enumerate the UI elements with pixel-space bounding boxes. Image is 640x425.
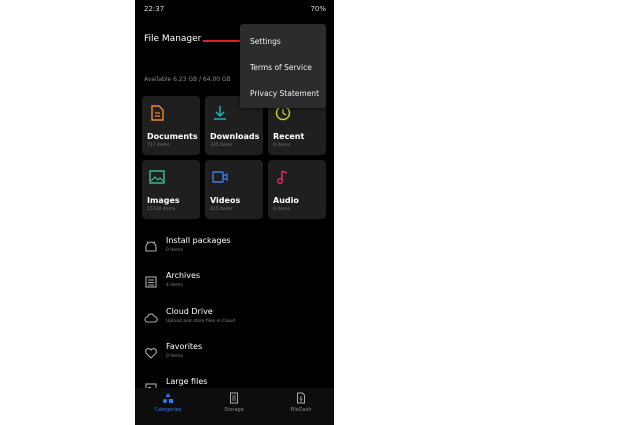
- list-item-count: 0 items: [166, 354, 183, 359]
- menu-item-terms-of-service[interactable]: Terms of Service: [250, 63, 312, 72]
- battery-level: 70%: [310, 5, 326, 13]
- list-item-label: Install packages: [166, 236, 231, 245]
- tile-count: 0 items: [273, 207, 290, 212]
- overflow-menu: Settings Terms of Service Privacy Statem…: [240, 24, 326, 108]
- bottom-navigation: Categories Storage FileDash: [135, 388, 334, 425]
- menu-item-settings[interactable]: Settings: [250, 37, 281, 46]
- storage-summary: Available 6.23 GB / 64.00 GB: [144, 76, 231, 83]
- tile-label: Images: [147, 196, 180, 205]
- list-item-label: Archives: [166, 271, 201, 280]
- tile-label: Documents: [147, 132, 198, 141]
- list-item-cloud-drive[interactable]: Cloud Drive Upload and store files in Cl…: [135, 305, 334, 335]
- tile-count: 415 items: [210, 207, 233, 212]
- tile-label: Audio: [273, 196, 299, 205]
- tile-count: 15128 items: [147, 207, 176, 212]
- filedash-icon: [297, 392, 305, 404]
- tile-label: Videos: [210, 196, 241, 205]
- phone-screen: 22:37 70% File Manager Available 6.23 GB…: [135, 0, 334, 425]
- android-icon: [145, 241, 157, 252]
- tile-count: 335 items: [210, 143, 233, 148]
- download-icon: [214, 106, 226, 120]
- tile-images[interactable]: Images 15128 items: [142, 160, 200, 219]
- nav-storage[interactable]: Storage: [209, 392, 259, 413]
- nav-label: FileDash: [290, 407, 312, 413]
- image-icon: [149, 170, 165, 184]
- nav-filedash[interactable]: FileDash: [276, 392, 326, 413]
- tile-count: 0 items: [273, 143, 290, 148]
- tile-count: 717 items: [147, 143, 170, 148]
- status-time: 22:37: [144, 5, 165, 13]
- music-icon: [277, 170, 288, 184]
- storage-icon: [230, 392, 238, 404]
- nav-categories[interactable]: Categories: [143, 392, 193, 413]
- tile-videos[interactable]: Videos 415 items: [205, 160, 263, 219]
- menu-item-privacy-statement[interactable]: Privacy Statement: [250, 89, 319, 98]
- nav-label: Storage: [224, 407, 244, 413]
- list-item-label: Favorites: [166, 342, 203, 351]
- list-item-install-packages[interactable]: Install packages 0 items: [135, 234, 334, 264]
- heart-icon: [145, 348, 157, 359]
- tile-audio[interactable]: Audio 0 items: [268, 160, 326, 219]
- status-bar: 22:37 70%: [135, 0, 334, 16]
- tile-label: Downloads: [210, 132, 260, 141]
- tile-label: Recent: [273, 132, 305, 141]
- list-item-count: Upload and store files in Cloud: [166, 319, 235, 324]
- page-title: File Manager: [144, 34, 202, 44]
- annotation-arrow: [203, 37, 246, 45]
- nav-label: Categories: [154, 407, 182, 413]
- list-item-count: 0 items: [166, 248, 183, 253]
- list-item-label: Large files: [166, 377, 208, 386]
- archive-icon: [145, 276, 157, 288]
- list-item-archives[interactable]: Archives 4 items: [135, 269, 334, 299]
- categories-icon: [163, 393, 173, 403]
- tile-documents[interactable]: Documents 717 items: [142, 96, 200, 155]
- cloud-icon: [144, 313, 158, 323]
- document-icon: [151, 105, 164, 121]
- list-item-favorites[interactable]: Favorites 0 items: [135, 340, 334, 370]
- list-item-label: Cloud Drive: [166, 307, 213, 316]
- video-icon: [212, 171, 228, 183]
- list-item-count: 4 items: [166, 283, 183, 288]
